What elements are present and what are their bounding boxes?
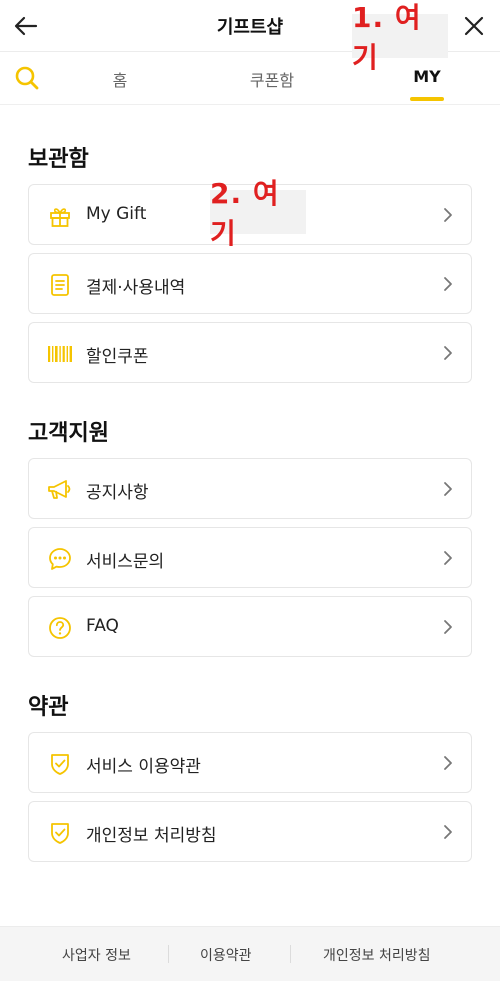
chevron-right-icon bbox=[441, 275, 455, 293]
footer-link-terms[interactable]: 이용약관 bbox=[200, 945, 252, 965]
shield-check-icon bbox=[47, 751, 73, 777]
chevron-right-icon bbox=[441, 344, 455, 362]
menu-item-faq[interactable]: FAQ bbox=[28, 596, 472, 657]
megaphone-icon bbox=[47, 477, 73, 503]
chat-icon bbox=[47, 546, 73, 572]
chevron-right-icon bbox=[441, 823, 455, 841]
footer-link-privacy[interactable]: 개인정보 처리방침 bbox=[323, 945, 431, 965]
menu-item-label: My Gift bbox=[86, 204, 147, 224]
menu-item-service-inquiry[interactable]: 서비스문의 bbox=[28, 527, 472, 588]
close-icon bbox=[464, 16, 484, 36]
annotation-label-2: 2. 여기 bbox=[210, 177, 306, 250]
menu-item-discount-coupon[interactable]: 할인쿠폰 bbox=[28, 322, 472, 383]
menu-item-privacy-policy[interactable]: 개인정보 처리방침 bbox=[28, 801, 472, 862]
chevron-right-icon bbox=[441, 618, 455, 636]
menu-item-label: 할인쿠폰 bbox=[86, 347, 149, 367]
section-title-terms: 약관 bbox=[28, 695, 69, 720]
menu-item-payment-history[interactable]: 결제·사용내역 bbox=[28, 253, 472, 314]
receipt-icon bbox=[47, 272, 73, 298]
search-icon bbox=[15, 66, 39, 90]
shield-check-icon bbox=[47, 820, 73, 846]
footer-divider bbox=[290, 945, 291, 963]
tab-coupon-box[interactable]: 쿠폰함 bbox=[236, 67, 308, 91]
menu-item-label: 서비스 이용약관 bbox=[86, 757, 201, 777]
footer-link-business-info[interactable]: 사업자 정보 bbox=[62, 945, 131, 965]
menu-item-label: 서비스문의 bbox=[86, 552, 165, 572]
tab-home[interactable]: 홈 bbox=[100, 67, 140, 91]
section-title-support: 고객지원 bbox=[28, 421, 109, 446]
barcode-icon bbox=[47, 341, 73, 367]
gift-icon bbox=[47, 203, 73, 229]
menu-item-label: 결제·사용내역 bbox=[86, 278, 186, 298]
close-button[interactable] bbox=[456, 6, 492, 46]
chevron-right-icon bbox=[441, 754, 455, 772]
menu-item-label: 개인정보 처리방침 bbox=[86, 826, 217, 846]
footer: 사업자 정보 이용약관 개인정보 처리방침 bbox=[0, 926, 500, 981]
footer-divider bbox=[168, 945, 169, 963]
annotation-label-1: 1. 여기 bbox=[352, 1, 448, 74]
search-button[interactable] bbox=[12, 63, 42, 93]
menu-item-notice[interactable]: 공지사항 bbox=[28, 458, 472, 519]
menu-item-terms-of-service[interactable]: 서비스 이용약관 bbox=[28, 732, 472, 793]
section-title-storage: 보관함 bbox=[28, 147, 89, 172]
active-tab-indicator bbox=[410, 97, 444, 101]
chevron-right-icon bbox=[441, 480, 455, 498]
question-icon bbox=[47, 615, 73, 641]
chevron-right-icon bbox=[441, 549, 455, 567]
menu-item-label: FAQ bbox=[86, 616, 119, 636]
menu-item-label: 공지사항 bbox=[86, 483, 149, 503]
chevron-right-icon bbox=[441, 206, 455, 224]
